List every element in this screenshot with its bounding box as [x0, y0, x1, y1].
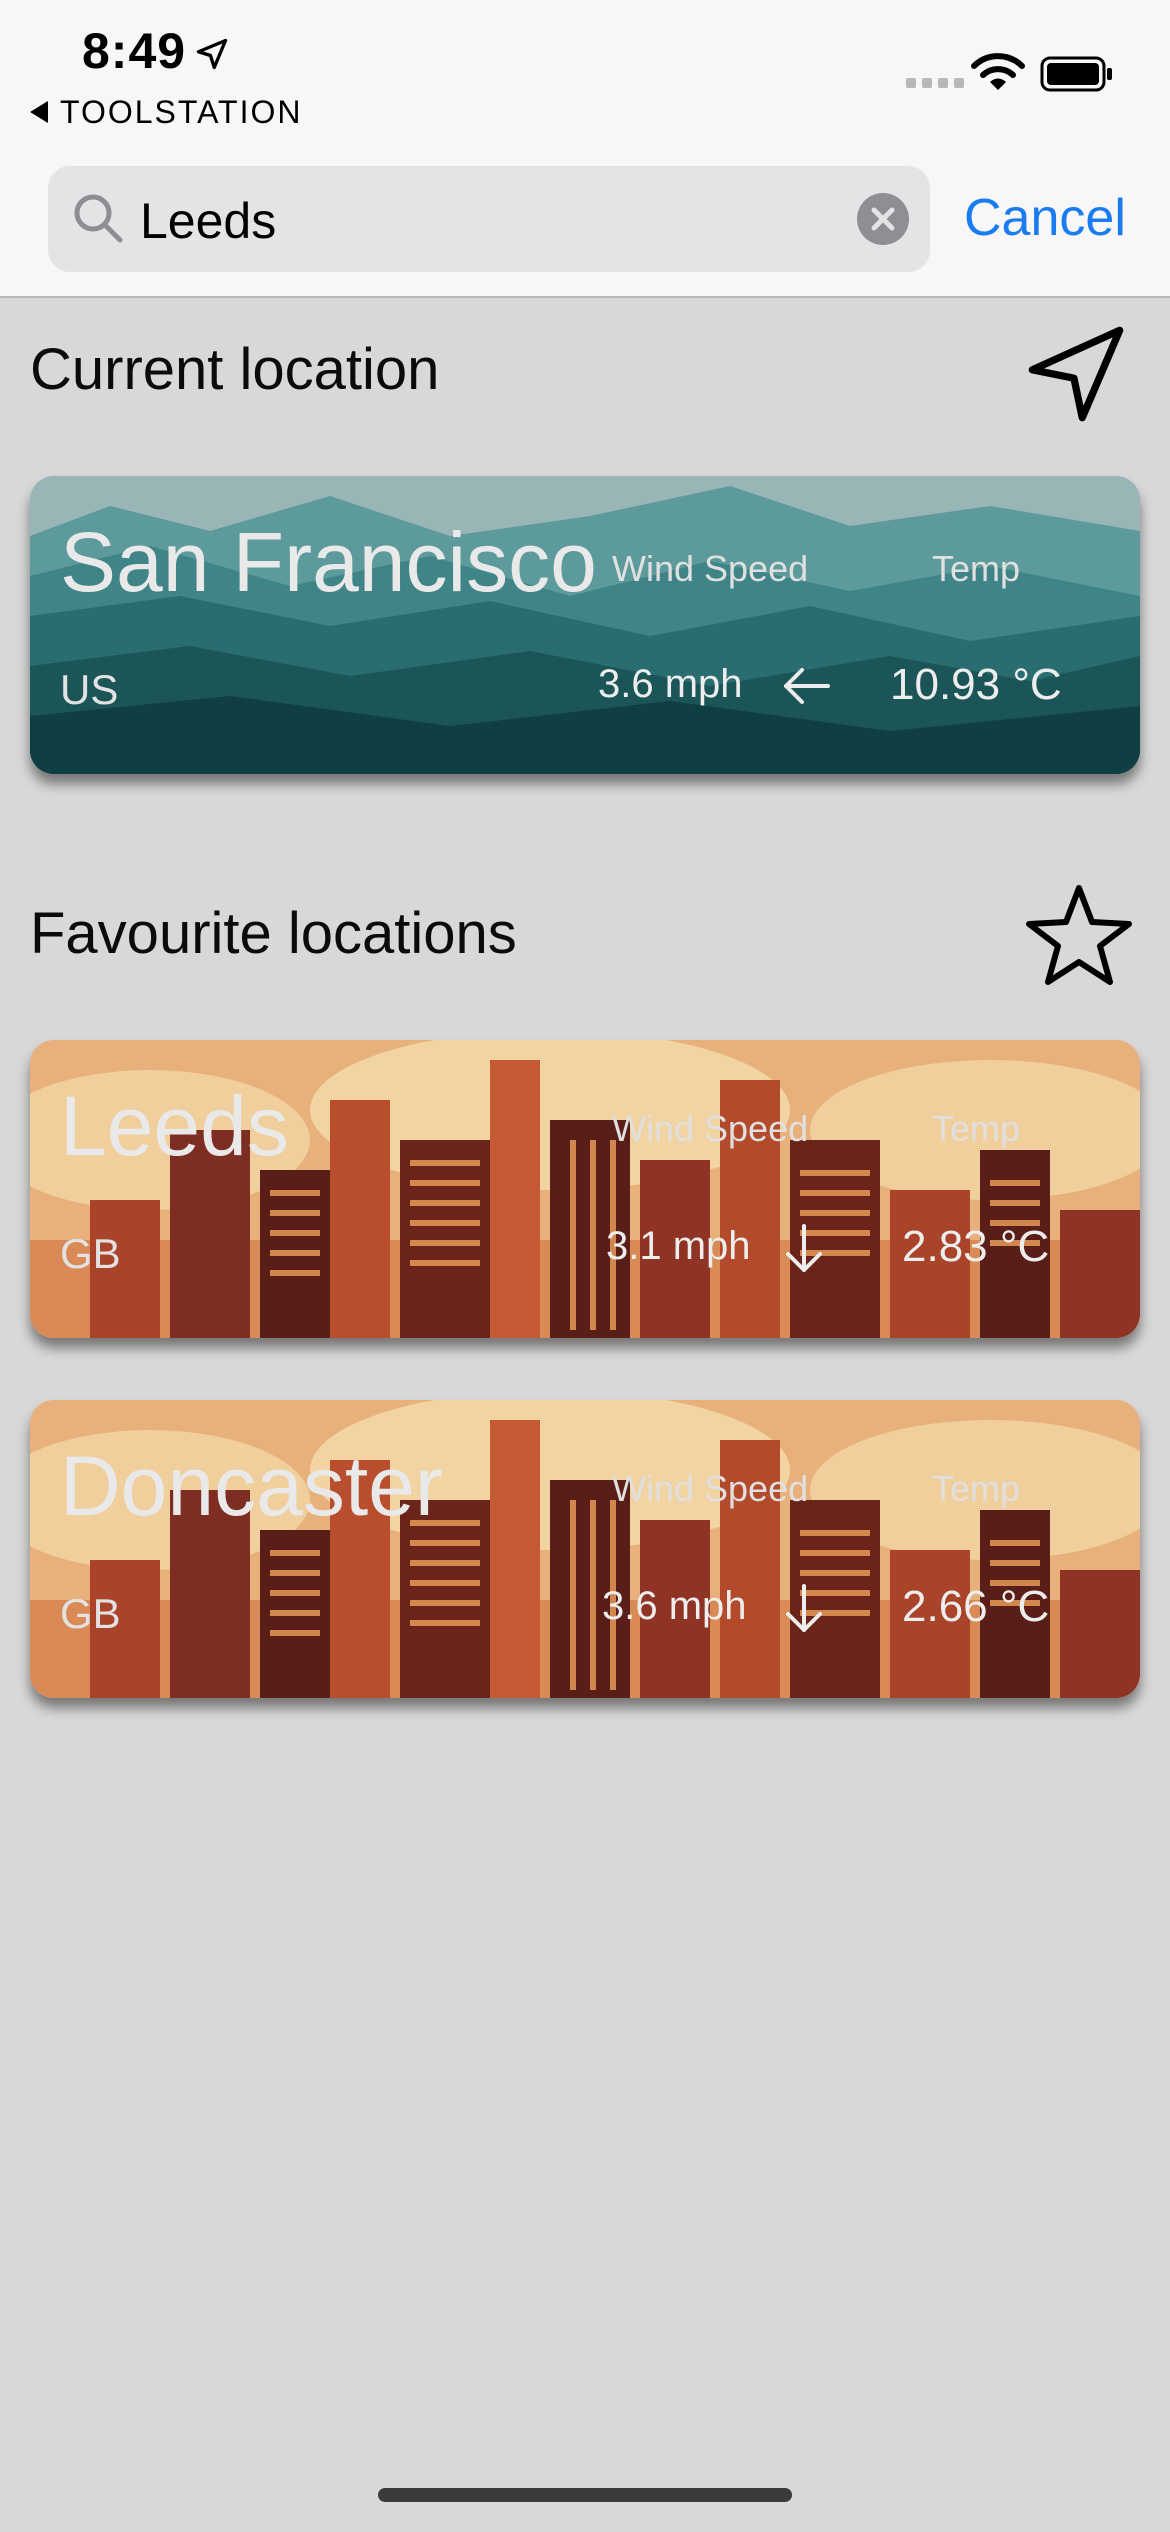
clear-icon[interactable]: [856, 192, 910, 246]
city-name: Doncaster: [60, 1439, 443, 1533]
favourite-locations-heading: Favourite locations: [30, 901, 517, 966]
search-input[interactable]: Leeds: [140, 192, 276, 250]
temp-label: Temp: [932, 548, 1021, 589]
star-icon[interactable]: [1024, 882, 1134, 992]
location-arrow-icon: [196, 38, 228, 70]
temp-label: Temp: [932, 1108, 1021, 1149]
temp-label: Temp: [932, 1468, 1021, 1509]
back-app-label: TOOLSTATION: [60, 93, 303, 130]
wind-direction-down-icon: [786, 1224, 822, 1272]
status-time: 8:49: [82, 23, 187, 79]
back-to-app[interactable]: TOOLSTATION: [30, 92, 302, 132]
wind-direction-down-icon: [786, 1584, 822, 1632]
city-name: Leeds: [60, 1079, 289, 1173]
navigation-arrow-icon[interactable]: [1024, 322, 1128, 426]
wind-speed-label: Wind Speed: [612, 1108, 809, 1149]
wind-speed-value: 3.6 mph: [598, 662, 743, 706]
top-bar: 8:49 TOOLSTATION Leeds Cancel: [0, 0, 1170, 298]
cancel-button[interactable]: Cancel: [964, 188, 1126, 248]
wind-speed-value: 3.1 mph: [606, 1224, 751, 1268]
wind-speed-label: Wind Speed: [612, 548, 809, 589]
temp-value: 2.83 °C: [902, 1222, 1050, 1271]
back-triangle-icon: [30, 101, 48, 123]
wind-direction-left-icon: [784, 668, 830, 704]
favourite-card-doncaster[interactable]: Doncaster GB Wind Speed Temp 3.6 mph 2.6…: [30, 1400, 1140, 1698]
temp-value: 2.66 °C: [902, 1582, 1050, 1631]
temp-value: 10.93 °C: [890, 660, 1062, 709]
current-location-card[interactable]: San Francisco US Wind Speed Temp 3.6 mph…: [30, 476, 1140, 774]
favourite-card-leeds[interactable]: Leeds GB Wind Speed Temp 3.1 mph 2.83 °C: [30, 1040, 1140, 1338]
country-code: US: [60, 666, 119, 713]
current-location-heading: Current location: [30, 337, 440, 402]
wifi-icon: [971, 53, 1025, 90]
city-name: San Francisco: [60, 515, 597, 609]
wind-speed-label: Wind Speed: [612, 1468, 809, 1509]
country-code: GB: [60, 1590, 121, 1637]
country-code: GB: [60, 1230, 121, 1277]
search-field[interactable]: Leeds: [48, 166, 930, 272]
cellular-signal-icon: [906, 78, 964, 88]
battery-icon: [1040, 56, 1112, 92]
search-icon: [74, 194, 123, 243]
home-indicator[interactable]: [378, 2488, 792, 2502]
wind-speed-value: 3.6 mph: [602, 1584, 747, 1628]
